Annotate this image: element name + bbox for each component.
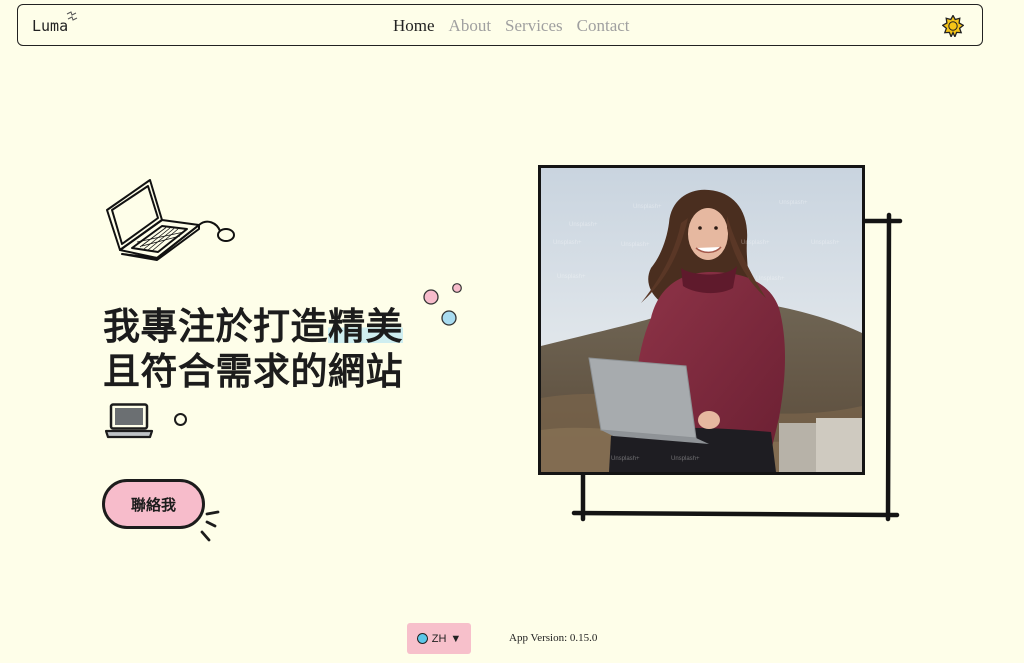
hero-title: 我專注於打造精美 且符合需求的網站 (103, 304, 453, 394)
profile-photo: Unsplash+ Unsplash+ Unsplash+ Unsplash+ … (538, 165, 865, 475)
svg-text:Unsplash+: Unsplash+ (741, 240, 770, 246)
decorative-bubbles (423, 283, 462, 326)
svg-text:Unsplash+: Unsplash+ (557, 274, 586, 280)
svg-text:Unsplash+: Unsplash+ (569, 222, 598, 228)
svg-text:Unsplash+: Unsplash+ (553, 240, 582, 246)
hero-title-line2: 且符合需求的網站 (103, 350, 403, 393)
nav-home[interactable]: Home (392, 16, 436, 36)
nav-contact[interactable]: Contact (577, 16, 630, 36)
hero-title-highlight: 精美 (328, 305, 403, 348)
svg-text:Unsplash+: Unsplash+ (621, 242, 650, 248)
laptop-icon (105, 403, 154, 439)
svg-text:Unsplash+: Unsplash+ (671, 456, 700, 462)
laptop-doodle-illustration (106, 179, 235, 261)
contact-me-button[interactable]: 聯絡我 (102, 479, 205, 529)
svg-text:Unsplash+: Unsplash+ (779, 200, 808, 206)
svg-text:Unsplash+: Unsplash+ (756, 276, 785, 282)
globe-icon (416, 633, 428, 644)
top-navbar: Luma Home About Services Contact (17, 4, 983, 46)
sun-icon[interactable] (942, 15, 964, 37)
app-version: App Version: 0.15.0 (509, 632, 598, 644)
nav-about[interactable]: About (449, 16, 492, 36)
brand-logo[interactable]: Luma (32, 17, 68, 35)
nav-services[interactable]: Services (505, 16, 563, 36)
svg-text:Unsplash+: Unsplash+ (811, 240, 840, 246)
language-selector[interactable]: ZH ▼ (407, 623, 471, 654)
language-code: ZH (431, 632, 447, 645)
decorative-ring (174, 413, 187, 426)
main-nav: Home About Services Contact (392, 16, 630, 36)
logo-squiggle-icon (66, 11, 78, 21)
svg-text:Unsplash+: Unsplash+ (611, 456, 640, 462)
button-accent-rays (200, 510, 220, 542)
chevron-down-icon: ▼ (450, 632, 462, 645)
hero-title-line1a: 我專注於打造 (103, 305, 328, 348)
svg-text:Unsplash+: Unsplash+ (633, 204, 662, 210)
woman-with-laptop-photo: Unsplash+ Unsplash+ Unsplash+ Unsplash+ … (541, 168, 862, 472)
